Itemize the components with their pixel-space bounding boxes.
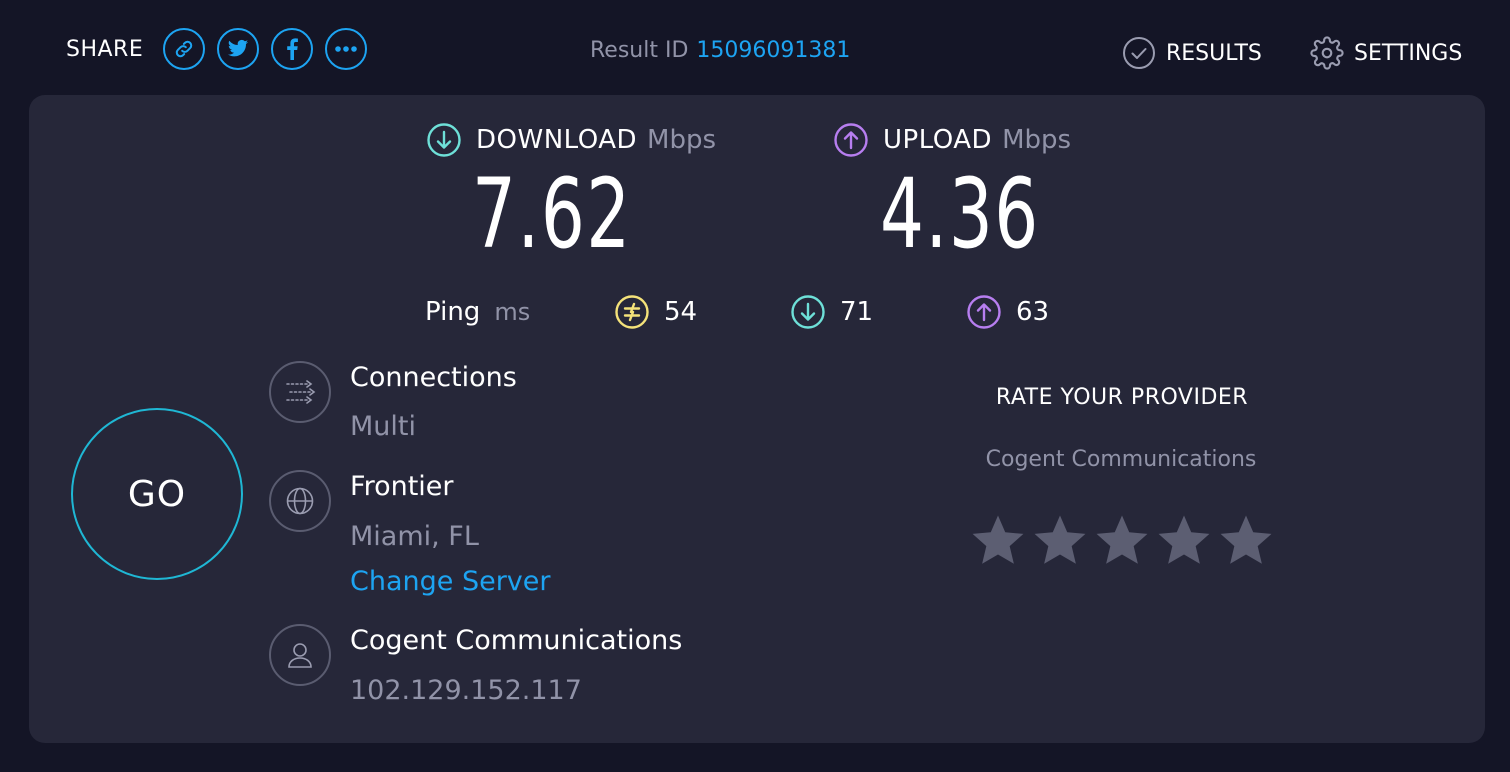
share-link-button[interactable] [163,28,206,70]
connections-icon-wrap [269,361,331,423]
globe-icon [286,487,314,515]
server-location: Miami, FL [350,521,479,552]
results-label: RESULTS [1166,40,1262,66]
share-facebook-button[interactable] [271,28,314,70]
result-id-label: Result ID [590,38,689,63]
upload-unit: Mbps [1002,125,1072,155]
go-button[interactable]: GO [71,408,243,580]
facebook-icon [287,38,299,60]
share-bar: SHARE [66,26,368,72]
server-icon-wrap [269,470,331,532]
ping-upload: 63 [966,292,1049,332]
rate-provider-name: Cogent Communications [985,447,1257,472]
download-value: 7.62 [472,158,632,270]
download-arrow-icon [427,123,461,157]
ping-label-group: Ping ms [425,292,530,332]
star-icon-3[interactable] [1094,512,1150,568]
ping-upload-value: 63 [1016,297,1050,327]
more-icon [335,46,358,52]
ping-idle-value: 54 [664,297,698,327]
star-icon-5[interactable] [1218,512,1274,568]
upload-title: UPLOAD [883,125,993,155]
ping-unit: ms [494,298,531,326]
connections-value: Multi [350,411,416,442]
upload-arrow-icon [834,123,868,157]
result-id-link[interactable]: 15096091381 [696,38,850,63]
share-twitter-button[interactable] [217,28,260,70]
provider-ip: 102.129.152.117 [350,675,582,706]
download-header: DOWNLOAD Mbps [426,122,716,158]
result-id: Result ID 15096091381 [590,38,850,63]
server-name: Frontier [350,471,454,502]
settings-button[interactable]: SETTINGS [1310,36,1462,70]
star-icon-1[interactable] [970,512,1026,568]
star-rating [970,512,1280,568]
change-server-link[interactable]: Change Server [350,566,551,597]
top-bar: SHARE Result ID 15096091381 RESULTS SETT… [0,0,1510,95]
provider-name: Cogent Communications [350,625,683,656]
result-panel [29,95,1485,743]
connections-title: Connections [350,362,517,393]
ping-idle: 54 [614,292,697,332]
ping-upload-icon [967,295,1001,329]
download-title: DOWNLOAD [476,125,638,155]
twitter-icon [228,39,249,57]
link-icon [176,40,193,58]
provider-icon-wrap [269,624,331,686]
ping-idle-icon [615,295,649,329]
user-icon [288,643,312,668]
share-label: SHARE [66,36,144,62]
upload-header: UPLOAD Mbps [833,122,1071,158]
star-icon-2[interactable] [1032,512,1088,568]
ping-download-icon [791,295,825,329]
gear-icon [1310,36,1344,70]
check-circle-icon [1123,37,1155,69]
ping-download-value: 71 [840,297,874,327]
star-icon-4[interactable] [1156,512,1212,568]
settings-label: SETTINGS [1354,40,1463,66]
rate-provider-title: RATE YOUR PROVIDER [995,385,1249,410]
upload-value: 4.36 [880,158,1040,270]
share-more-button[interactable] [325,28,368,70]
connections-icon [286,380,316,404]
results-button[interactable]: RESULTS [1122,36,1262,70]
ping-label: Ping [425,297,481,327]
download-unit: Mbps [647,125,717,155]
ping-download: 71 [790,292,873,332]
